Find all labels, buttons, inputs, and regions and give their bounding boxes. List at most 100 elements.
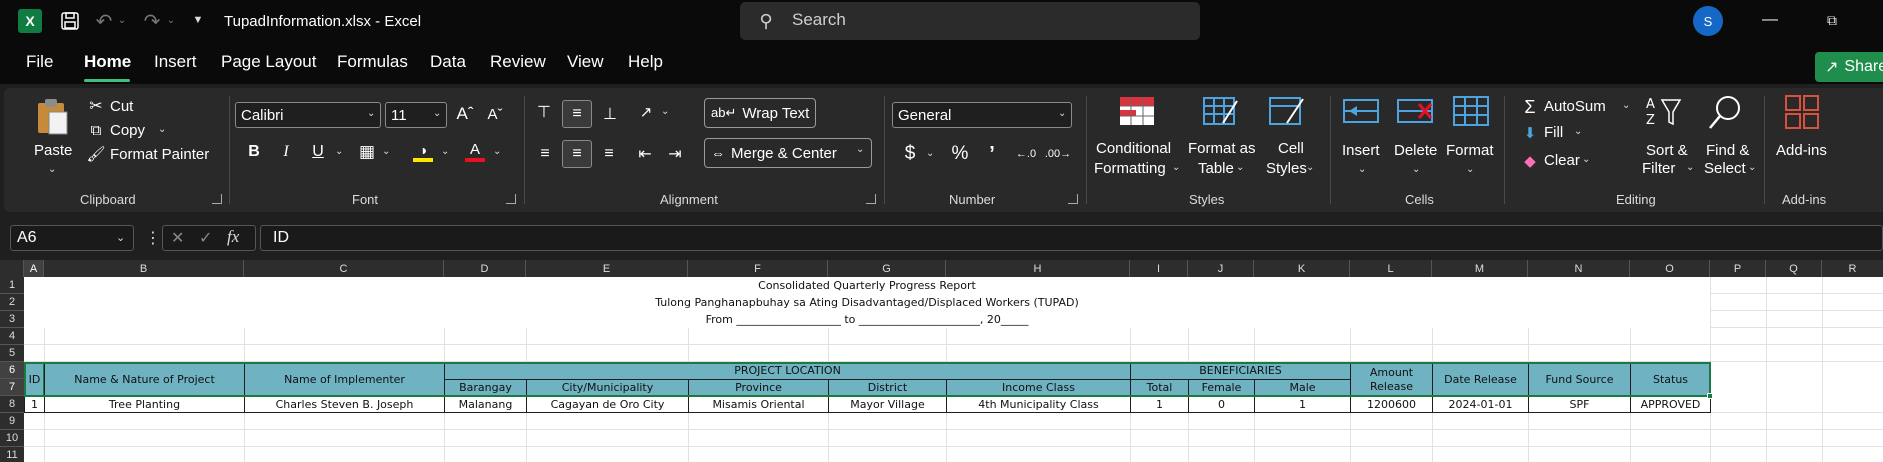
undo-icon[interactable]: ↶ [92, 9, 116, 33]
search-box[interactable]: ⚲ Search [740, 2, 1200, 40]
align-right-icon[interactable]: ≡ [598, 142, 620, 166]
column-header-n[interactable]: N [1528, 260, 1630, 277]
enter-icon[interactable]: ✓ [199, 228, 212, 248]
find-select-label[interactable]: Find & [1706, 142, 1749, 159]
cell-female[interactable]: 0 [1188, 396, 1255, 413]
clipboard-launcher-icon[interactable] [212, 194, 222, 204]
header-province[interactable]: Province [688, 379, 829, 397]
bottom-align-icon[interactable]: ⊥ [598, 102, 622, 126]
italic-button[interactable]: I [276, 140, 296, 164]
cell-male[interactable]: 1 [1254, 396, 1351, 413]
cell-barangay[interactable]: Malanang [444, 396, 527, 413]
report-subtitle[interactable]: Tulong Panghanapbuhay sa Ating Disadvant… [24, 294, 1710, 311]
sort-filter-label[interactable]: Sort & [1646, 142, 1688, 159]
orientation-icon[interactable]: ↗ [634, 100, 658, 124]
share-button[interactable]: ↗ Share [1815, 52, 1883, 82]
row-header-8[interactable]: 8 [0, 396, 24, 413]
font-color-icon[interactable]: A [464, 140, 486, 164]
worksheet-grid[interactable]: A B C D E F G H I J K L M N O P Q R 1 2 … [0, 260, 1883, 462]
column-header-m[interactable]: M [1432, 260, 1528, 277]
underline-chevron-icon[interactable]: ⌄ [335, 146, 343, 157]
fill-icon[interactable]: ⬇ [1520, 122, 1540, 144]
row-header-1[interactable]: 1 [0, 277, 24, 294]
column-header-f[interactable]: F [688, 260, 828, 277]
alignment-launcher-icon[interactable] [866, 194, 876, 204]
row-header-2[interactable]: 2 [0, 294, 24, 311]
column-header-h[interactable]: H [946, 260, 1130, 277]
save-icon[interactable] [58, 9, 82, 33]
cut-icon[interactable]: ✂ [86, 96, 106, 116]
decrease-decimal-icon[interactable]: .00→ [1045, 142, 1071, 166]
report-title[interactable]: Consolidated Quarterly Progress Report [24, 277, 1710, 294]
cell-name-nature[interactable]: Tree Planting [44, 396, 245, 413]
clear-label[interactable]: Clear [1544, 152, 1580, 169]
header-implementer[interactable]: Name of Implementer [244, 362, 445, 397]
paste-chevron-icon[interactable]: ⌄ [48, 164, 56, 175]
cell-district[interactable]: Mayor Village [828, 396, 947, 413]
increase-indent-icon[interactable]: ⇥ [664, 142, 686, 166]
autosum-chevron-icon[interactable]: ⌄ [1622, 100, 1630, 111]
sort-filter-label-2[interactable]: Filter [1642, 160, 1675, 177]
autosum-icon[interactable]: Σ [1520, 96, 1540, 118]
header-barangay[interactable]: Barangay [444, 379, 527, 397]
column-header-g[interactable]: G [828, 260, 946, 277]
insert-cells-label[interactable]: Insert [1342, 142, 1380, 159]
fill-color-icon[interactable]: ◑ [412, 140, 434, 164]
currency-format-button[interactable]: $ [900, 142, 920, 166]
insert-cells-chevron-icon[interactable]: ⌄ [1358, 164, 1366, 175]
cell-fund-source[interactable]: SPF [1528, 396, 1631, 413]
orientation-chevron-icon[interactable]: ⌄ [661, 106, 669, 117]
tab-file[interactable]: File [26, 52, 53, 72]
merge-center-button[interactable]: ⇔ Merge & Center [704, 138, 872, 168]
row-header-9[interactable]: 9 [0, 413, 24, 430]
autosum-label[interactable]: AutoSum [1544, 98, 1606, 115]
cell-province[interactable]: Misamis Oriental [688, 396, 829, 413]
copy-chevron-icon[interactable]: ⌄ [158, 124, 166, 135]
tab-view[interactable]: View [567, 52, 604, 72]
find-select-icon[interactable] [1704, 92, 1744, 132]
formula-input[interactable]: ID [260, 225, 1883, 251]
decrease-indent-icon[interactable]: ⇤ [634, 142, 656, 166]
wrap-text-button[interactable]: ab↵ Wrap Text [704, 98, 816, 128]
top-align-icon[interactable]: ⊤ [532, 100, 556, 124]
cell-city[interactable]: Cagayan de Oro City [526, 396, 689, 413]
format-cells-icon[interactable] [1452, 94, 1490, 128]
column-header-l[interactable]: L [1350, 260, 1432, 277]
undo-dropdown-chevron-icon[interactable]: ⌄ [116, 10, 128, 30]
header-city[interactable]: City/Municipality [526, 379, 689, 397]
customize-quick-access-icon[interactable]: ▼ [190, 10, 206, 30]
increase-decimal-icon[interactable]: ←.0 [1014, 142, 1038, 166]
cell-status[interactable]: APPROVED [1630, 396, 1711, 413]
report-period[interactable]: From ___________________ to ____________… [24, 311, 1710, 328]
format-as-table-label[interactable]: Format as [1188, 140, 1256, 157]
column-header-o[interactable]: O [1630, 260, 1710, 277]
minimize-icon[interactable]: — [1758, 8, 1782, 32]
header-amount-release[interactable]: Amount Release [1350, 362, 1433, 397]
conditional-formatting-label-2[interactable]: Formatting [1094, 160, 1166, 177]
header-income-class[interactable]: Income Class [946, 379, 1131, 397]
cell-styles-label[interactable]: Cell [1278, 140, 1304, 157]
header-fund-source[interactable]: Fund Source [1528, 362, 1631, 397]
cell-styles-icon[interactable] [1268, 94, 1306, 128]
column-header-a[interactable]: A [24, 260, 44, 277]
row-header-3[interactable]: 3 [0, 311, 24, 328]
cell-styles-label-2[interactable]: Styles [1266, 160, 1307, 177]
copy-icon[interactable]: ⧉ [86, 120, 106, 140]
header-female[interactable]: Female [1188, 379, 1255, 397]
conditional-formatting-label[interactable]: Conditional [1096, 140, 1171, 157]
fill-label[interactable]: Fill [1544, 124, 1563, 141]
column-header-p[interactable]: P [1710, 260, 1766, 277]
cell-income-class[interactable]: 4th Municipality Class [946, 396, 1131, 413]
redo-icon[interactable]: ↷ [140, 9, 164, 33]
cell-total[interactable]: 1 [1130, 396, 1189, 413]
header-total[interactable]: Total [1130, 379, 1189, 397]
restore-icon[interactable]: ⧉ [1820, 8, 1844, 32]
sort-filter-icon[interactable]: AZ [1644, 94, 1684, 130]
header-district[interactable]: District [828, 379, 947, 397]
tab-data[interactable]: Data [430, 52, 466, 72]
header-project-location[interactable]: PROJECT LOCATION [444, 362, 1131, 380]
conditional-formatting-icon[interactable] [1118, 94, 1156, 128]
tab-help[interactable]: Help [628, 52, 663, 72]
column-header-c[interactable]: C [244, 260, 444, 277]
format-painter-label[interactable]: Format Painter [110, 146, 209, 163]
